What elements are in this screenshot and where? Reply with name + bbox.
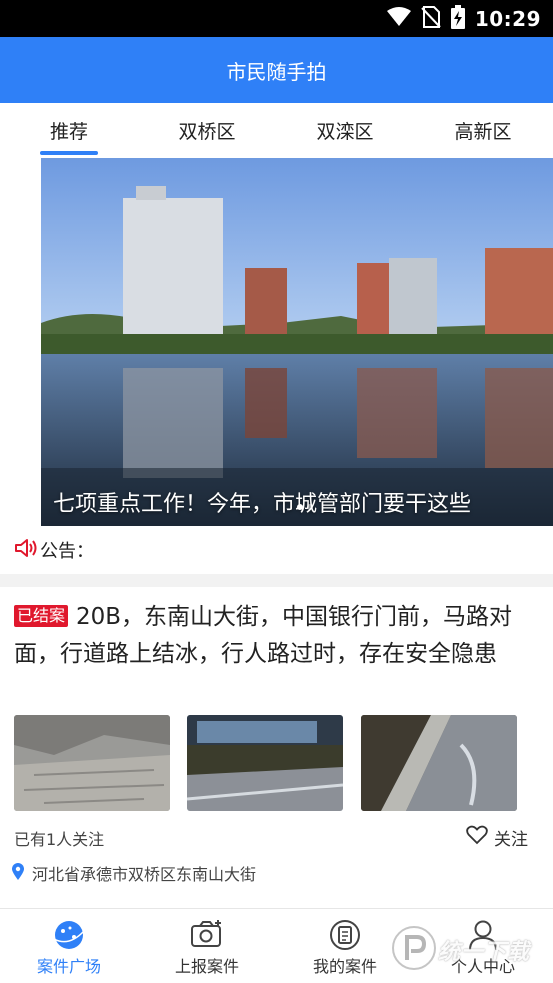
case-title: 已结案 20B，东南山大街，中国银行门前，马路对面，行道路上结冰，行人路过时，存在… [14, 599, 534, 673]
follow-label: 关注 [494, 829, 528, 850]
speaker-icon [14, 537, 38, 563]
nav-label: 上报案件 [174, 957, 239, 976]
section-divider [0, 574, 553, 587]
watermark: 统一下载 [386, 920, 546, 976]
page-title: 市民随手拍 [226, 59, 327, 84]
news-banner[interactable]: 七项重点工作！今年，市城管部门要干这些 [41, 158, 553, 526]
banner-image [41, 158, 553, 526]
camera-icon [190, 919, 224, 953]
active-tab-indicator [40, 151, 98, 155]
location-pin-icon [12, 862, 24, 884]
battery-charging-icon [450, 4, 465, 33]
no-sim-icon [421, 5, 441, 32]
region-tabs: 推荐 双桥区 双滦区 高新区 [0, 103, 553, 158]
banner-pager [297, 504, 313, 510]
nav-case-square[interactable]: 案件广场 [0, 909, 138, 983]
wifi-icon [386, 6, 411, 31]
follow-count: 已有1人关注 [14, 830, 105, 849]
nav-label: 案件广场 [36, 957, 101, 976]
location-text: 河北省承德市双桥区东南山大街 [32, 865, 257, 884]
case-photos [14, 715, 524, 811]
status-icons: 10:29 [386, 0, 541, 37]
tab-shuangluan[interactable]: 双滦区 [290, 103, 400, 158]
status-time: 10:29 [474, 6, 541, 31]
case-description: 20B，东南山大街，中国银行门前，马路对面，行道路上结冰，行人路过时，存在安全隐… [14, 604, 513, 667]
watermark-logo-icon [392, 926, 436, 970]
pager-dot [307, 504, 313, 510]
follow-button[interactable]: 关注 [466, 825, 528, 850]
notice-label: 公告： [40, 541, 94, 562]
tab-recommend[interactable]: 推荐 [14, 103, 124, 158]
case-photo[interactable] [187, 715, 343, 811]
case-location: 河北省承德市双桥区东南山大街 [12, 861, 256, 885]
document-icon [329, 919, 361, 955]
app-header: 市民随手拍 [0, 37, 553, 103]
nav-report-case[interactable]: 上报案件 [138, 909, 276, 983]
banner-caption: 七项重点工作！今年，市城管部门要干这些 [53, 492, 472, 517]
case-photo[interactable] [14, 715, 170, 811]
case-photo[interactable] [361, 715, 517, 811]
planet-icon [52, 919, 86, 955]
watermark-text: 统一下载 [438, 940, 531, 965]
pager-dot [297, 504, 303, 510]
case-card[interactable]: 已结案 20B，东南山大街，中国银行门前，马路对面，行道路上结冰，行人路过时，存在… [0, 587, 553, 909]
notice-bar: 公告： [0, 526, 553, 574]
tab-gaoxin[interactable]: 高新区 [428, 103, 538, 158]
tab-shuangqiao[interactable]: 双桥区 [152, 103, 262, 158]
status-bar: 10:29 [0, 0, 553, 37]
status-badge: 已结案 [14, 605, 69, 627]
heart-icon [466, 825, 488, 850]
